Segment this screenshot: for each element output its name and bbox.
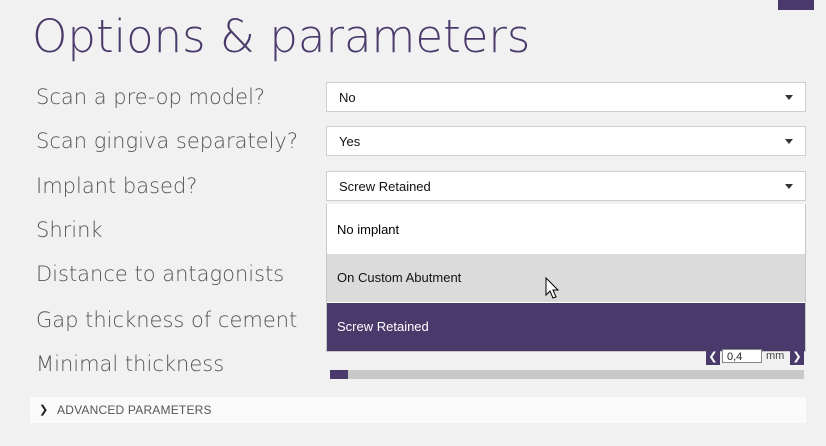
scan-preop-select[interactable]: No: [326, 82, 806, 112]
chevron-down-icon: [785, 95, 793, 100]
corner-tab: [778, 0, 814, 10]
chevron-down-icon: [785, 184, 793, 189]
implant-based-select[interactable]: Screw Retained: [326, 171, 806, 201]
minimal-thickness-slider[interactable]: [330, 370, 804, 379]
implant-dropdown-list: No implant On Custom Abutment Screw Reta…: [326, 204, 806, 352]
mouse-cursor-icon: [545, 277, 560, 299]
option-label: No implant: [337, 222, 400, 237]
minimal-thickness-unit: mm: [766, 350, 785, 362]
option-label: Screw Retained: [337, 319, 429, 334]
slider-handle[interactable]: [330, 370, 348, 379]
chevron-right-icon: ❯: [39, 404, 49, 416]
label-minimal-thickness: Minimal thickness: [36, 352, 225, 376]
label-distance-antagonists: Distance to antagonists: [36, 262, 285, 286]
minimal-thickness-value[interactable]: 0,4: [722, 349, 762, 363]
advanced-parameters-toggle[interactable]: ❯ ADVANCED PARAMETERS: [30, 397, 806, 423]
page-title: Options & parameters: [32, 10, 531, 63]
advanced-parameters-label: ADVANCED PARAMETERS: [57, 403, 212, 417]
option-on-custom-abutment[interactable]: On Custom Abutment: [327, 254, 805, 302]
label-gap-thickness: Gap thickness of cement: [36, 308, 298, 332]
label-scan-preop: Scan a pre-op model?: [36, 85, 266, 109]
option-label: On Custom Abutment: [337, 270, 462, 285]
scan-preop-value: No: [339, 90, 356, 105]
option-no-implant[interactable]: No implant: [327, 206, 805, 254]
scan-gingiva-value: Yes: [339, 134, 361, 149]
label-scan-gingiva: Scan gingiva separately?: [36, 129, 299, 153]
chevron-left-icon[interactable]: ❮: [706, 349, 720, 365]
label-shrink: Shrink: [36, 218, 103, 242]
implant-based-value: Screw Retained: [339, 179, 431, 194]
scan-gingiva-select[interactable]: Yes: [326, 126, 806, 156]
option-screw-retained[interactable]: Screw Retained: [327, 303, 805, 351]
chevron-right-icon[interactable]: ❯: [790, 349, 804, 365]
chevron-down-icon: [785, 139, 793, 144]
label-implant-based: Implant based?: [36, 174, 198, 198]
